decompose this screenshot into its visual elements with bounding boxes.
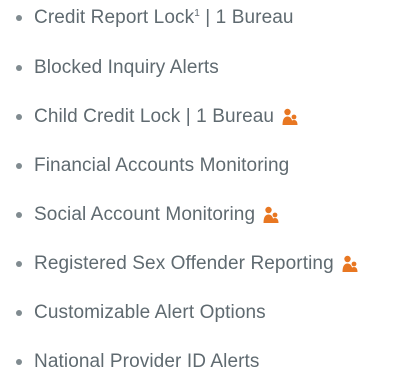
bullet-icon: [16, 310, 22, 316]
feature-label-suffix: | 1 Bureau: [199, 7, 294, 28]
feature-label-text: Credit Report Lock: [34, 7, 195, 28]
family-icon: [342, 255, 358, 273]
feature-item-child-credit-lock: Child Credit Lock | 1 Bureau: [0, 102, 298, 132]
feature-label: National Provider ID Alerts: [34, 351, 260, 372]
family-icon: [263, 206, 279, 224]
bullet-icon: [16, 212, 22, 218]
feature-label: Credit Report Lock1 | 1 Bureau: [34, 7, 294, 29]
feature-label: Financial Accounts Monitoring: [34, 155, 290, 176]
feature-item-financial-accounts-monitoring: Financial Accounts Monitoring: [0, 151, 289, 181]
feature-item-credit-report-lock: Credit Report Lock1 | 1 Bureau: [0, 3, 294, 33]
bullet-icon: [16, 359, 22, 365]
feature-label: Registered Sex Offender Reporting: [34, 253, 334, 274]
feature-item-registered-sex-offender-reporting: Registered Sex Offender Reporting: [0, 249, 358, 279]
bullet-icon: [16, 15, 22, 21]
feature-item-national-provider-id-alerts: National Provider ID Alerts: [0, 347, 260, 377]
feature-label: Child Credit Lock | 1 Bureau: [34, 106, 275, 127]
feature-item-social-account-monitoring: Social Account Monitoring: [0, 200, 279, 230]
footnote-marker: 1: [194, 8, 200, 19]
bullet-icon: [16, 114, 22, 120]
bullet-icon: [16, 261, 22, 267]
feature-label: Customizable Alert Options: [34, 302, 266, 323]
feature-label: Social Account Monitoring: [34, 204, 256, 225]
feature-label: Blocked Inquiry Alerts: [34, 57, 219, 78]
family-icon: [282, 108, 298, 126]
bullet-icon: [16, 65, 22, 71]
feature-item-customizable-alert-options: Customizable Alert Options: [0, 298, 266, 328]
bullet-icon: [16, 163, 22, 169]
feature-item-blocked-inquiry-alerts: Blocked Inquiry Alerts: [0, 53, 219, 83]
